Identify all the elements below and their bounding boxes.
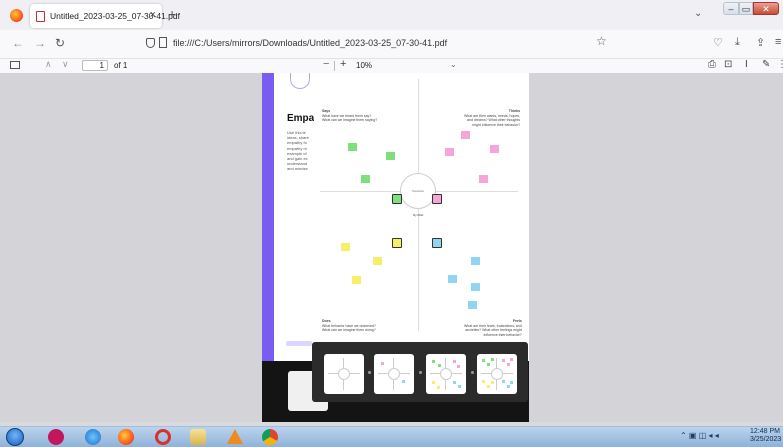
tab-close-icon[interactable]: × <box>150 9 156 21</box>
tracking-shield-icon[interactable] <box>146 38 155 48</box>
sticky-note <box>341 243 350 251</box>
sticky-note <box>461 131 470 139</box>
pocket-icon[interactable]: ♡ <box>713 36 723 49</box>
accent-bar <box>262 73 274 361</box>
sticky-note <box>471 283 480 291</box>
thumbnail-step-2 <box>374 354 414 394</box>
clock-time: 12:48 PM <box>750 428 780 435</box>
app-p-icon[interactable] <box>48 429 64 445</box>
vlc-icon[interactable] <box>227 429 243 444</box>
says-emoji-icon <box>392 194 402 204</box>
address-bar[interactable]: file:///C:/Users/mirrors/Downloads/Untit… <box>140 34 620 54</box>
sticky-note <box>361 175 370 183</box>
sticky-note <box>468 301 477 309</box>
extensions-icon[interactable]: ⇪ <box>756 36 765 49</box>
previous-page-icon[interactable]: ∧ <box>45 59 52 70</box>
downloads-icon[interactable]: ⤓ <box>735 36 740 49</box>
feels-emoji-icon <box>432 238 442 248</box>
persona-circle: Persona <box>400 173 436 209</box>
sticky-note <box>490 145 499 153</box>
sticky-note <box>352 276 361 284</box>
quadrant-feels-label: Feels What are their fears, frustrations… <box>464 319 522 337</box>
quadrant-does-label: Does What behavior have we observed? Wha… <box>322 319 376 332</box>
maximize-button[interactable]: ▭ <box>739 2 753 15</box>
does-emoji-icon <box>392 238 402 248</box>
system-tray[interactable]: ⌃ ▣ ◫ ◂ ◂ <box>680 431 719 440</box>
zoom-value: 10% <box>356 61 373 70</box>
file-explorer-icon[interactable] <box>190 429 206 445</box>
link-chip <box>286 341 312 346</box>
windows-taskbar: ⌃ ▣ ◫ ◂ ◂ 12:48 PM 3/25/2023 <box>0 426 783 447</box>
sidebar-toggle-icon[interactable] <box>10 61 20 69</box>
pdf-toolbar: ∧ ∨ 1 of 1 − + 10% ⌄ ⎙ ⊡ I ✎ ⋮ <box>0 58 783 74</box>
next-page-icon[interactable]: ∨ <box>62 59 69 70</box>
sticky-note <box>479 175 488 183</box>
sticky-note <box>348 143 357 151</box>
minimize-button[interactable]: – <box>723 2 739 15</box>
text-tool-icon[interactable]: I <box>745 59 748 70</box>
page-number-input[interactable]: 1 <box>82 60 108 71</box>
window-controls: – ▭ ✕ <box>723 2 779 16</box>
page-count-label: of 1 <box>114 61 128 70</box>
draw-tool-icon[interactable]: ✎ <box>762 59 770 70</box>
persona-label: Persona <box>412 189 424 193</box>
print-icon[interactable]: ⎙ <box>708 59 716 70</box>
pdf-viewer[interactable]: Empa Use this te ideas, share empathy fo… <box>0 73 783 422</box>
sticky-note <box>373 257 382 265</box>
pdf-file-icon <box>36 11 45 22</box>
tab-bar: Untitled_2023-03-25_07-30-41.pdf × + ⌄ –… <box>0 0 783 30</box>
tab-pdf[interactable]: Untitled_2023-03-25_07-30-41.pdf × <box>30 4 180 28</box>
thumbnail-step-3 <box>426 354 466 394</box>
url-text[interactable]: file:///C:/Users/mirrors/Downloads/Untit… <box>173 38 447 48</box>
navigation-bar: ← → ↻ file:///C:/Users/mirrors/Downloads… <box>0 30 783 58</box>
start-button[interactable] <box>6 428 24 446</box>
opera-icon[interactable] <box>155 429 171 445</box>
page-info-icon[interactable] <box>159 37 167 48</box>
thumbnail-step-1 <box>324 354 364 394</box>
zoom-select[interactable]: 10% ⌄ <box>352 60 464 71</box>
new-tab-button[interactable]: + <box>168 6 176 22</box>
quadrant-says-label: Says What have we heard them say? What c… <box>322 109 378 122</box>
document-title: Empa <box>287 113 315 124</box>
empathy-map-canvas: Says What have we heard them say? What c… <box>314 75 524 337</box>
firefox-taskbar-icon[interactable] <box>118 429 134 445</box>
center-sub-label: Dy Mob <box>413 213 424 217</box>
sticky-note <box>445 148 454 156</box>
step-arrow-icon <box>419 371 422 374</box>
forward-arrow-icon[interactable]: → <box>34 36 46 50</box>
thinks-emoji-icon <box>432 194 442 204</box>
zoom-in-button[interactable]: + <box>340 58 346 70</box>
sticky-note <box>386 152 395 160</box>
firefox-logo-icon[interactable] <box>10 9 23 22</box>
sticky-note <box>448 275 457 283</box>
thumbnail-step-4 <box>477 354 517 394</box>
back-arrow-icon[interactable]: ← <box>12 36 24 50</box>
chevron-down-icon: ⌄ <box>450 60 457 69</box>
close-window-button[interactable]: ✕ <box>753 2 779 15</box>
clock-date: 3/25/2023 <box>750 436 782 443</box>
step-arrow-icon <box>471 371 474 374</box>
sticky-note <box>471 257 480 265</box>
save-icon[interactable]: ⊡ <box>724 59 732 70</box>
more-tools-icon[interactable]: ⋮ <box>777 59 783 70</box>
document-intro-text: Use this te ideas, share empathy fo empa… <box>287 130 309 172</box>
tab-list-chevron-icon[interactable]: ⌄ <box>694 8 702 19</box>
document-logo-icon <box>290 73 310 89</box>
bookmark-star-icon[interactable]: ☆ <box>596 34 607 48</box>
tab-title: Untitled_2023-03-25_07-30-41.pdf <box>50 11 180 21</box>
quadrant-thinks-label: Thinks What are their wants, needs, hope… <box>464 109 521 127</box>
chrome-icon[interactable] <box>262 429 278 445</box>
zoom-divider <box>334 61 335 71</box>
zoom-out-button[interactable]: − <box>323 58 329 70</box>
app-menu-icon[interactable]: ≡ <box>775 36 781 48</box>
reload-icon[interactable]: ↻ <box>55 36 65 50</box>
step-arrow-icon <box>368 371 371 374</box>
internet-explorer-icon[interactable] <box>85 429 101 445</box>
clock[interactable]: 12:48 PM 3/25/2023 <box>750 428 782 444</box>
template-thumbnail-strip <box>312 342 528 402</box>
